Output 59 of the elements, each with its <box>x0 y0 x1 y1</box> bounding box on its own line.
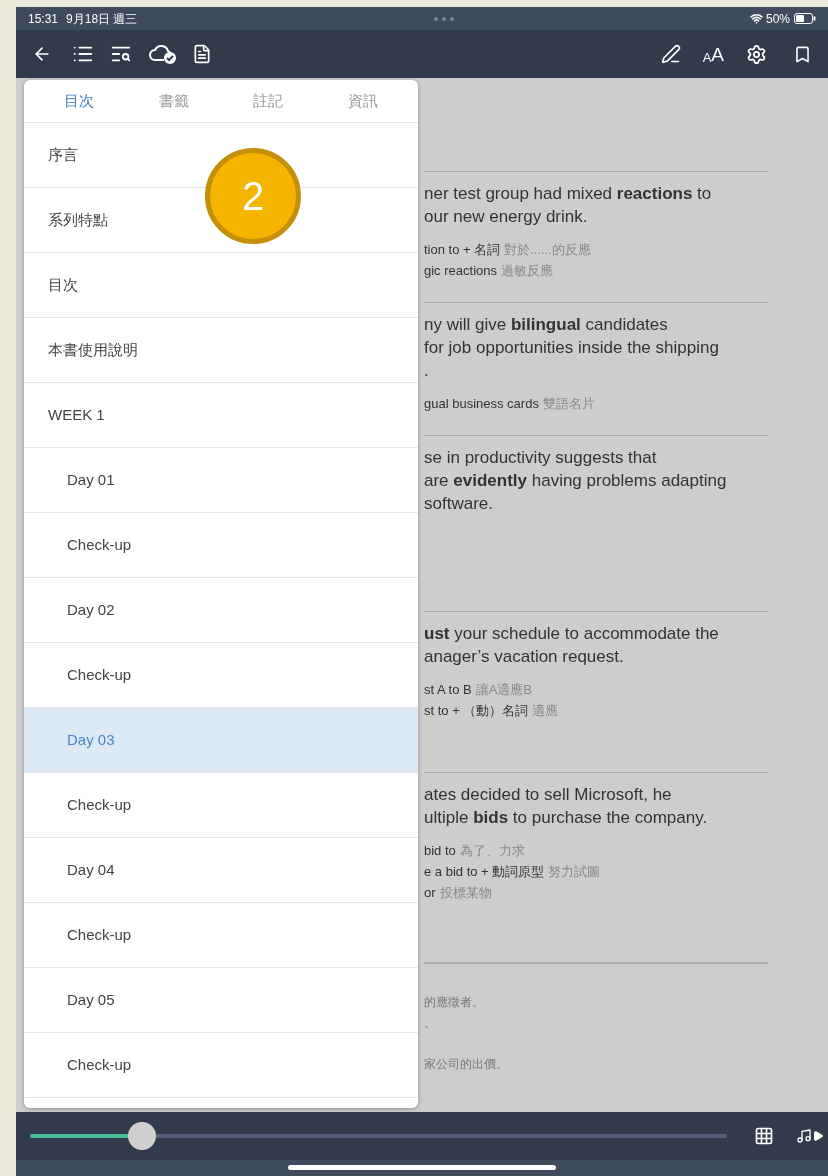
sentence-line: ner test group had mixed reactions to <box>424 183 713 205</box>
font-size-button[interactable]: AA <box>702 44 724 64</box>
toc-item[interactable]: Day 01 <box>24 448 418 513</box>
status-time: 15:31 <box>28 10 59 28</box>
note-term: or <box>424 884 436 902</box>
note-term: tion to + 名詞 <box>424 241 501 259</box>
panel-tab[interactable]: 目次 <box>54 89 105 113</box>
note-gloss: 為了、力求 <box>459 842 525 860</box>
toc-item[interactable]: 本書使用說明 <box>24 318 418 383</box>
note-term: gic reactions <box>424 262 497 280</box>
grid-icon[interactable] <box>754 1126 774 1146</box>
toc-item[interactable]: Day 04 <box>24 838 418 903</box>
toc-item[interactable]: Day 02 <box>24 578 418 643</box>
note-gloss: 適應 <box>532 702 559 720</box>
note-term: e a bid to + 動詞原型 <box>424 863 545 881</box>
sentence-line: ny will give bilingual candidates <box>424 314 669 336</box>
toc-item[interactable]: Check-up <box>24 643 418 708</box>
dots-icon <box>432 15 455 22</box>
sentence-line: for job opportunities inside the shipping <box>424 337 720 359</box>
battery-icon <box>794 13 816 24</box>
translation-line: 家公司的出價。 <box>424 1056 509 1073</box>
sentence-line: our new energy drink. <box>424 206 589 228</box>
sentence-line: ust your schedule to accommodate the <box>424 623 720 645</box>
slider-thumb[interactable] <box>127 1122 156 1150</box>
page-layout-icon[interactable] <box>192 44 212 64</box>
translation-line: 的應徵者。 <box>424 994 485 1011</box>
sentence-line: are evidently having problems adapting <box>424 470 728 492</box>
status-date: 9月18日 週三 <box>66 10 138 28</box>
note-gloss: 雙語名片 <box>542 395 595 413</box>
sentence-line: se in productivity suggests that <box>424 447 658 469</box>
toc-item[interactable]: Day 05 <box>24 968 418 1033</box>
note-gloss: 過敏反應 <box>501 262 553 280</box>
battery-percent: 50% <box>765 10 790 28</box>
note-term: bid to <box>424 842 456 860</box>
note-gloss: 投標某物 <box>439 884 492 902</box>
wifi-icon <box>749 12 763 25</box>
toc-item[interactable]: Check-up <box>24 513 418 578</box>
toc-item[interactable]: 目次 <box>24 253 418 318</box>
toc-item[interactable]: Check-up <box>24 773 418 838</box>
cloud-check-icon[interactable] <box>148 43 178 65</box>
audio-play-icon[interactable] <box>796 1128 824 1144</box>
translation-line: 。 <box>424 1015 437 1032</box>
toc-item[interactable]: Check-up <box>24 1033 418 1098</box>
settings-icon[interactable] <box>746 43 767 65</box>
note-gloss: 讓A適應B <box>475 681 533 699</box>
toc-item[interactable]: Check-up <box>24 903 418 968</box>
sentence-line: anager’s vacation request. <box>424 646 625 668</box>
sentence-line: . <box>424 360 430 382</box>
sentence-line: software. <box>424 493 494 515</box>
note-gloss: 努力試圖 <box>548 863 601 881</box>
bookmark-icon[interactable] <box>793 44 812 64</box>
note-term: st A to B <box>424 681 472 699</box>
note-term: st to + （動）名詞 <box>424 702 529 720</box>
toc-item[interactable]: WEEK 1 <box>24 383 418 448</box>
sentence-line: ates decided to sell Microsoft, he <box>424 784 673 806</box>
pen-icon[interactable] <box>660 44 681 64</box>
sentence-line: ultiple bids to purchase the company. <box>424 807 709 829</box>
note-gloss: 對於......的反應 <box>504 241 591 259</box>
note-term: gual business cards <box>424 395 539 413</box>
